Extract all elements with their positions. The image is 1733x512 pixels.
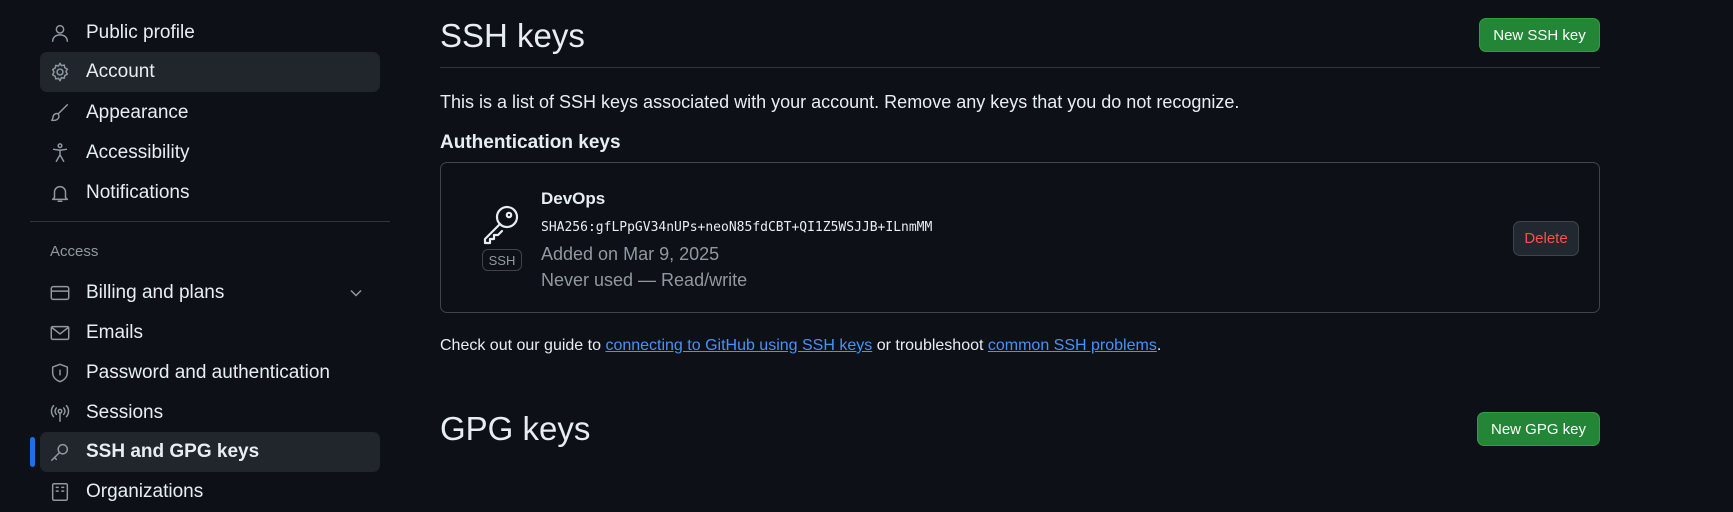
sidebar-item-appearance[interactable]: Appearance: [40, 93, 380, 133]
guide-link-connecting[interactable]: connecting to GitHub using SSH keys: [605, 337, 872, 354]
organization-icon: [49, 481, 71, 503]
new-gpg-key-button[interactable]: New GPG key: [1477, 412, 1600, 446]
key-fingerprint: SHA256:gfLPpGV34nUPs+neoN85fdCBT+QI1Z5WS…: [541, 220, 933, 235]
sidebar-item-label: Billing and plans: [86, 282, 225, 303]
ssh-badge: SSH: [482, 249, 522, 271]
ssh-key-list-item: SSH DevOps SHA256:gfLPpGV34nUPs+neoN85fd…: [440, 162, 1600, 313]
sidebar-item-label: SSH and GPG keys: [86, 441, 260, 462]
sidebar-item-emails[interactable]: Emails: [40, 313, 380, 353]
sidebar-item-password-authentication[interactable]: Password and authentication: [40, 353, 380, 393]
sidebar-item-label: Account: [86, 61, 155, 82]
gpg-keys-title: GPG keys: [440, 410, 591, 447]
broadcast-icon: [49, 402, 71, 424]
paintbrush-icon: [49, 102, 71, 124]
authentication-keys-heading: Authentication keys: [440, 132, 621, 153]
sidebar-item-label: Appearance: [86, 102, 189, 123]
bell-icon: [49, 182, 71, 204]
sidebar-item-label: Public profile: [86, 22, 195, 43]
ssh-guide-text: Check out our guide to connecting to Git…: [440, 337, 1161, 355]
sidebar-item-label: Notifications: [86, 182, 190, 203]
sidebar-item-notifications[interactable]: Notifications: [40, 173, 380, 213]
sidebar-item-label: Accessibility: [86, 142, 190, 163]
credit-card-icon: [49, 282, 71, 304]
ssh-title-divider: [440, 67, 1600, 68]
guide-link-problems[interactable]: common SSH problems: [988, 337, 1157, 354]
key-usage: Never used — Read/write: [541, 270, 748, 290]
ssh-description: This is a list of SSH keys associated wi…: [440, 92, 1240, 112]
sidebar-item-account[interactable]: Account: [40, 52, 380, 92]
sidebar-item-public-profile[interactable]: Public profile: [40, 13, 380, 53]
person-icon: [49, 22, 71, 44]
chevron-down-icon[interactable]: [346, 283, 366, 303]
mail-icon: [49, 322, 71, 344]
shield-lock-icon: [49, 362, 71, 384]
key-title: DevOps: [541, 189, 606, 208]
sidebar-item-label: Organizations: [86, 481, 204, 502]
sidebar-divider: [30, 221, 390, 222]
sidebar-item-accessibility[interactable]: Accessibility: [40, 133, 380, 173]
sidebar-item-billing[interactable]: Billing and plans: [40, 273, 380, 313]
key-icon: [49, 441, 71, 463]
sidebar-item-label: Emails: [86, 322, 144, 343]
sidebar-item-label: Sessions: [86, 402, 164, 423]
guide-middle: or troubleshoot: [872, 337, 988, 354]
sidebar-item-ssh-gpg-keys[interactable]: SSH and GPG keys: [40, 432, 380, 472]
new-ssh-key-button[interactable]: New SSH key: [1479, 18, 1600, 52]
accessibility-icon: [49, 142, 71, 164]
sidebar-item-sessions[interactable]: Sessions: [40, 393, 380, 433]
active-indicator: [30, 437, 35, 467]
sidebar-section-label: Access: [50, 243, 99, 260]
settings-sidebar: Public profile Account Appearance Access…: [0, 0, 400, 502]
sidebar-item-label: Password and authentication: [86, 362, 330, 383]
ssh-keys-title: SSH keys: [440, 17, 585, 54]
sidebar-item-organizations[interactable]: Organizations: [40, 472, 380, 512]
guide-suffix: .: [1156, 337, 1162, 354]
guide-prefix: Check out our guide to: [440, 337, 606, 354]
delete-key-button[interactable]: Delete: [1513, 221, 1579, 256]
key-added-date: Added on Mar 9, 2025: [541, 244, 720, 264]
gear-icon: [49, 61, 71, 83]
key-icon: [479, 201, 523, 245]
